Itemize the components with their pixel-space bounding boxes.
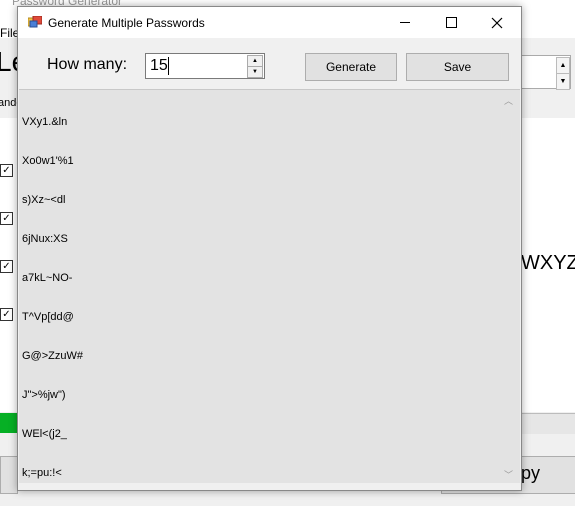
main-button-left[interactable] [0,456,18,494]
chevron-up-icon[interactable]: ▲ [556,57,570,74]
vertical-scrollbar[interactable]: ︿ ﹀ [501,90,518,483]
chevron-up-icon: ▲ [252,58,258,64]
maximize-icon [446,17,457,28]
passwords-list: VXy1.&ln Xo0w1'%1 s)Xz~<dl 6jNux:XS a7kL… [22,90,83,506]
maximize-button[interactable] [428,7,474,38]
minimize-icon [400,22,410,23]
length-combobox[interactable]: ▲ ▼ [521,55,571,90]
list-item: a7kL~NO- [22,272,73,284]
passwords-output[interactable]: VXy1.&ln Xo0w1'%1 s)Xz~<dl 6jNux:XS a7kL… [19,89,520,483]
list-item: 6jNux:XS [22,233,68,245]
spinner-down-button[interactable]: ▼ [247,66,263,78]
list-item: Xo0w1'%1 [22,155,74,167]
chevron-down-icon[interactable]: ﹀ [504,468,513,481]
checkbox-option-1[interactable]: ✓ [0,164,13,177]
list-item: k;=pu:!< [22,467,62,479]
minimize-button[interactable] [382,7,428,38]
dialog-title: Generate Multiple Passwords [48,16,205,30]
how-many-value[interactable]: 15 [150,57,168,75]
how-many-spinner[interactable]: 15 ▲ ▼ [145,53,265,79]
list-item: J">%jw") [22,389,66,401]
save-button[interactable]: Save [406,53,509,81]
chevron-up-icon[interactable]: ︿ [504,94,513,107]
list-item: G@>ZzuW# [22,350,83,362]
text-caret [168,57,169,75]
checkbox-option-3[interactable]: ✓ [0,260,13,273]
checkbox-option-2[interactable]: ✓ [0,212,13,225]
list-item: VXy1.&ln [22,116,68,128]
close-icon [491,17,503,29]
list-item: WEl<(j2_ [22,428,67,440]
close-button[interactable] [474,7,520,38]
chevron-down-icon[interactable]: ▼ [556,73,570,90]
generate-button[interactable]: Generate [305,53,397,81]
list-item: T^Vp[dd@ [22,311,74,323]
copy-button-label: py [521,463,541,483]
how-many-label: How many: [47,56,128,73]
app-icon [28,16,42,28]
list-item: s)Xz~<dl [22,194,66,206]
checkbox-option-4[interactable]: ✓ [0,308,13,321]
chevron-down-icon: ▼ [252,69,258,75]
charset-preview: WXYZ [521,252,575,274]
generate-multiple-dialog: Generate Multiple Passwords How many: 15… [17,6,522,491]
dialog-titlebar[interactable]: Generate Multiple Passwords [18,7,521,38]
